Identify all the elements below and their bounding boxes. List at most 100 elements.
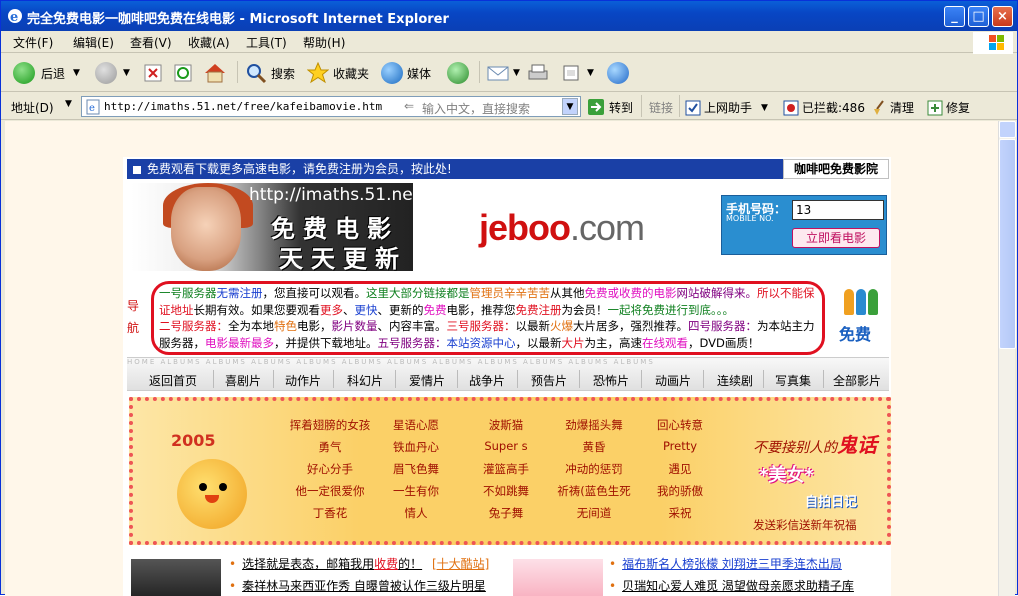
no-register-link[interactable]: 无需注册	[217, 286, 263, 300]
dropdown-arrow-icon[interactable]: ▼	[761, 103, 768, 113]
song-link[interactable]: 他一定很爱你	[285, 483, 375, 499]
popup-blocker-button[interactable]: 已拦截:486	[783, 99, 865, 116]
song-link[interactable]: 回心转意	[635, 417, 725, 433]
mail-button[interactable]: ▼	[487, 61, 520, 85]
cat-home[interactable]: 返回首页	[149, 372, 197, 389]
menu-edit[interactable]: 编辑(E)	[73, 34, 114, 51]
server-1-link[interactable]: 一号服务器	[159, 286, 217, 300]
song-link[interactable]: 兔子舞	[461, 505, 551, 521]
song-link[interactable]: 一生有你	[371, 483, 461, 499]
cat-horror[interactable]: 恐怖片	[593, 372, 629, 389]
song-link[interactable]: 采祝	[635, 505, 725, 521]
song-link[interactable]: 丁香花	[285, 505, 375, 521]
phone-number-input[interactable]: 13	[792, 200, 884, 220]
register-link[interactable]: 免费注册	[516, 303, 562, 317]
dropdown-arrow-icon[interactable]: ▼	[587, 68, 594, 78]
song-link[interactable]: Pretty	[635, 439, 725, 453]
cat-romance[interactable]: 爱情片	[409, 372, 445, 389]
back-button[interactable]: 后退 ▼	[13, 61, 80, 85]
messenger-button[interactable]	[607, 61, 629, 85]
media-button[interactable]: 媒体	[381, 61, 431, 85]
dropdown-arrow-icon[interactable]: ▼	[73, 68, 80, 78]
menu-file[interactable]: 文件(F)	[13, 34, 53, 51]
cat-war[interactable]: 战争片	[469, 372, 505, 389]
print-button[interactable]	[527, 61, 549, 85]
song-link[interactable]: 波斯猫	[461, 417, 551, 433]
title-bar[interactable]: e 完全免费电影一咖啡吧免费在线电影 - Microsoft Internet …	[1, 1, 1017, 31]
watch-movie-button[interactable]: 立即看电影	[792, 228, 880, 248]
news-item[interactable]: • 选择就是表态，邮箱我用收费的！ [十大酷站]	[229, 555, 489, 572]
minimize-button[interactable]: _	[944, 6, 965, 27]
go-button[interactable]: 转到	[587, 98, 633, 116]
news-item[interactable]: • 福布斯名人榜张檬 刘翔进三甲季连杰出局	[609, 555, 842, 572]
song-link[interactable]: 劲爆摇头舞	[549, 417, 639, 433]
home-button[interactable]	[203, 61, 227, 85]
history-button[interactable]	[447, 61, 469, 85]
assistant-button[interactable]: 上网助手 ▼	[685, 99, 768, 116]
cat-animation[interactable]: 动画片	[655, 372, 691, 389]
favorites-button[interactable]: 收藏夹	[307, 61, 369, 85]
song-link[interactable]: 好心分手	[285, 461, 375, 477]
song-link[interactable]: 黄昏	[549, 439, 639, 455]
scroll-thumb[interactable]	[999, 139, 1016, 349]
edit-button[interactable]: ▼	[561, 61, 594, 85]
server-2-link[interactable]: 二号服务器：	[159, 319, 228, 333]
close-button[interactable]: ×	[992, 6, 1013, 27]
song-link[interactable]: 无间道	[549, 505, 639, 521]
beauty-label[interactable]: *美女*	[759, 461, 814, 487]
selfie-diary-label[interactable]: 自拍日记	[805, 491, 857, 510]
forward-button[interactable]: ▼	[95, 61, 130, 85]
banner-image[interactable]: http://imaths.51.net 免费电影 天天更新	[131, 183, 413, 271]
song-link[interactable]: 灌篮高手	[461, 461, 551, 477]
jeboo-logo[interactable]: jeboo.com	[479, 207, 645, 249]
search-button[interactable]: 搜索	[245, 61, 295, 85]
vertical-scrollbar[interactable]	[998, 121, 1016, 596]
register-notice[interactable]: 免费观看下载更多高速电影，请免费注册为会员，按此处!	[127, 159, 783, 179]
menu-favorites[interactable]: 收藏(A)	[188, 34, 230, 51]
cat-photos[interactable]: 写真集	[775, 372, 811, 389]
cat-series[interactable]: 连续剧	[717, 372, 753, 389]
address-dropdown-icon[interactable]: ▼	[562, 98, 578, 115]
dropdown-arrow-icon[interactable]: ▼	[513, 68, 520, 78]
song-link[interactable]: 星语心愿	[371, 417, 461, 433]
mms-greeting-link[interactable]: 发送彩信送新年祝福	[753, 517, 857, 533]
dropdown-arrow-icon[interactable]: ▼	[65, 99, 72, 109]
server-4-link[interactable]: 四号服务器：	[688, 319, 757, 333]
server-5-link[interactable]: 五号服务器：	[378, 336, 447, 350]
song-link[interactable]: 勇气	[285, 439, 375, 455]
song-link[interactable]: 情人	[371, 505, 461, 521]
address-input[interactable]: e http://imaths.51.net/free/kafeibamovie…	[81, 96, 581, 117]
scroll-up-button[interactable]	[999, 121, 1016, 138]
links-label[interactable]: 链接	[649, 99, 673, 116]
news-item[interactable]: • 秦祥林马来西亚作秀 自曝曾被认作三级片明星	[229, 577, 486, 594]
menu-view[interactable]: 查看(V)	[130, 34, 172, 51]
song-link[interactable]: 遇见	[635, 461, 725, 477]
song-link[interactable]: 铁血丹心	[371, 439, 461, 455]
song-link[interactable]: Super s	[461, 439, 551, 453]
song-link[interactable]: 不如跳舞	[461, 483, 551, 499]
stop-button[interactable]	[143, 61, 163, 85]
song-link[interactable]: 祈祷(蓝色生死	[549, 483, 639, 499]
refresh-button[interactable]	[173, 61, 193, 85]
cat-scifi[interactable]: 科幻片	[347, 372, 383, 389]
repair-button[interactable]: 修复	[927, 99, 970, 116]
dropdown-arrow-icon[interactable]: ▼	[123, 68, 130, 78]
top-sites-link[interactable]: [十大酷站]	[432, 557, 489, 571]
song-link[interactable]: 冲动的惩罚	[549, 461, 639, 477]
menu-tools[interactable]: 工具(T)	[246, 34, 287, 51]
cat-all[interactable]: 全部影片	[833, 372, 881, 389]
maximize-button[interactable]: □	[968, 6, 989, 27]
song-link[interactable]: 我的骄傲	[635, 483, 725, 499]
free-badge[interactable]: 免费	[835, 285, 885, 345]
news-thumbnail[interactable]	[131, 559, 221, 596]
song-link[interactable]: 挥着翅膀的女孩	[285, 417, 375, 433]
clean-button[interactable]: 清理	[871, 99, 914, 116]
cat-trailer[interactable]: 预告片	[531, 372, 567, 389]
song-link[interactable]: 眉飞色舞	[371, 461, 461, 477]
server-3-link[interactable]: 三号服务器：	[447, 319, 516, 333]
cat-action[interactable]: 动作片	[285, 372, 321, 389]
cat-comedy[interactable]: 喜剧片	[225, 372, 261, 389]
news-item[interactable]: • 贝瑞知心爱人难觅 渴望做母亲愿求助精子库	[609, 577, 854, 594]
menu-help[interactable]: 帮助(H)	[303, 34, 345, 51]
news-thumbnail[interactable]	[513, 559, 603, 596]
